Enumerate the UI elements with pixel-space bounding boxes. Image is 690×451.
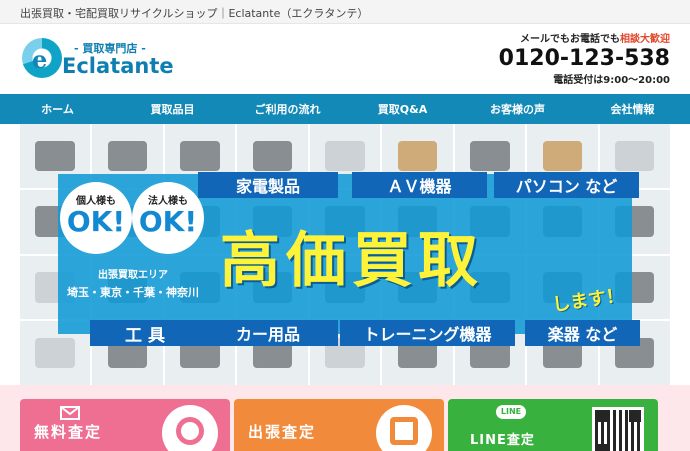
estimate-circle-icon (162, 405, 218, 451)
visit-estimate-label: 出張査定 (248, 423, 317, 441)
category-car: カー用品 (198, 320, 338, 346)
line-badge-icon: LINE (496, 405, 526, 419)
category-av: ＡＶ機器 (352, 172, 487, 198)
line-estimate-label: LINE査定 (470, 433, 535, 448)
free-estimate-label: 無料査定 (34, 423, 103, 441)
ok-badge-text: OK! (66, 205, 126, 238)
top-bar: 出張買取・宅配買取リサイクルショップ｜Eclatante（エクラタンテ） (0, 0, 690, 24)
nav-voice[interactable]: お客様の声 (460, 94, 575, 124)
hero-headline: 高価買取 (220, 226, 484, 296)
area-title: 出張買取エリア (98, 270, 168, 281)
contact-lead-highlight: 相談大歓迎 (620, 34, 670, 45)
category-training: トレーニング機器 (340, 320, 515, 346)
nav-company[interactable]: 会社情報 (575, 94, 690, 124)
site-tagline: 出張買取・宅配買取リサイクルショップ｜Eclatante（エクラタンテ） (20, 7, 369, 20)
runner-icon (376, 405, 432, 451)
nav-home[interactable]: ホーム (0, 94, 115, 124)
category-appliances: 家電製品 (198, 172, 338, 198)
site-header: e - 買取専門店 - Eclatante メールでもお電話でも相談大歓迎 01… (0, 24, 690, 94)
visit-estimate-card[interactable]: 出張査定 (234, 399, 444, 451)
line-estimate-card[interactable]: LINE LINE査定 (448, 399, 658, 451)
nav-items[interactable]: 買取品目 (115, 94, 230, 124)
cta-cards: 無料査定 出張査定 LINE LINE査定 (0, 385, 690, 451)
contact-lead-text: メールでもお電話でも (520, 34, 620, 45)
category-instruments: 楽器 など (525, 320, 640, 346)
area-list: 埼玉・東京・千葉・神奈川 (67, 286, 199, 299)
mail-icon (60, 405, 80, 420)
main-nav: ホーム 買取品目 ご利用の流れ 買取Q&A お客様の声 会社情報 (0, 94, 690, 124)
ok-badge-corporate: 法人様も OK! (132, 182, 204, 254)
category-tools: 工 具 (90, 320, 200, 346)
ok-badge-individual: 個人様も OK! (60, 182, 132, 254)
nav-qa[interactable]: 買取Q&A (345, 94, 460, 124)
logo-name: Eclatante (62, 54, 174, 78)
free-estimate-card[interactable]: 無料査定 (20, 399, 230, 451)
category-pc: パソコン など (494, 172, 639, 198)
contact-lead: メールでもお電話でも相談大歓迎 (470, 30, 670, 45)
phone-hours: 電話受付は9:00～20:00 (553, 75, 670, 86)
contact-block: メールでもお電話でも相談大歓迎 0120-123-538 電話受付は9:00～2… (470, 30, 670, 86)
qr-code-icon[interactable] (592, 407, 644, 451)
logo-mark-icon: e (22, 38, 62, 78)
phone-number[interactable]: 0120-123-538 (470, 46, 670, 71)
site-logo[interactable]: e - 買取専門店 - Eclatante (22, 38, 174, 82)
hero-banner[interactable]: 家電製品 ＡＶ機器 パソコン など 工 具 カー用品 トレーニング機器 楽器 な… (20, 124, 670, 385)
ok-badge-text: OK! (138, 205, 198, 238)
nav-flow[interactable]: ご利用の流れ (230, 94, 345, 124)
